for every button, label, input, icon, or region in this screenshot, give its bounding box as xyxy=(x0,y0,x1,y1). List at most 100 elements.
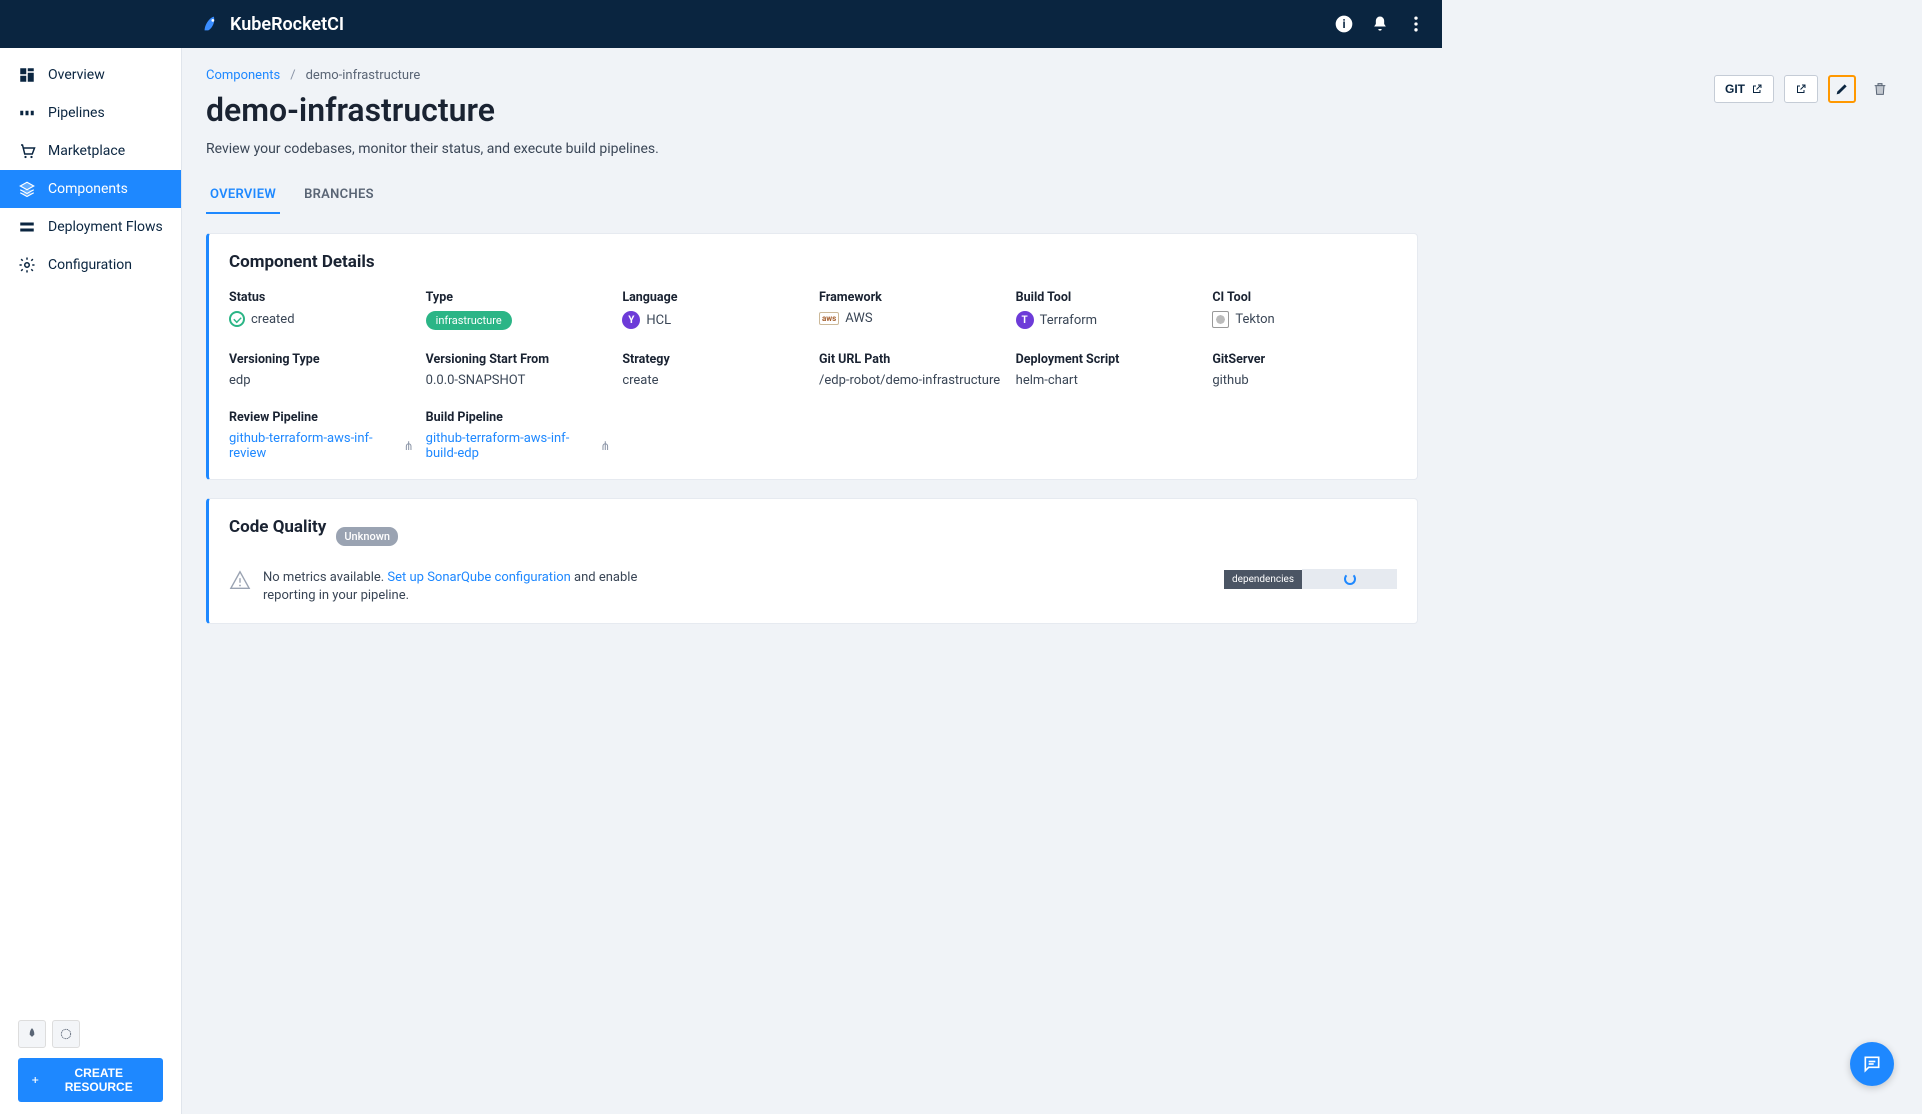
rocket-icon xyxy=(25,1027,39,1041)
detail-value: /edp-robot/demo-infrastructure xyxy=(819,373,1000,388)
sidebar-item-label: Deployment Flows xyxy=(48,219,163,235)
detail-label: Git URL Path xyxy=(819,352,1004,367)
breadcrumb-separator: / xyxy=(290,68,295,83)
detail-deployment-script: Deployment Script helm-chart xyxy=(1016,352,1201,388)
svg-text:i: i xyxy=(1342,17,1345,31)
breadcrumb-root[interactable]: Components xyxy=(206,68,280,83)
sidebar-item-marketplace[interactable]: Marketplace xyxy=(0,132,181,170)
detail-strategy: Strategy create xyxy=(622,352,807,388)
detail-citool: CI Tool Tekton xyxy=(1212,290,1397,330)
pencil-icon xyxy=(1834,81,1850,97)
chat-fab-button[interactable] xyxy=(1850,1042,1894,1086)
detail-versioning-type: Versioning Type edp xyxy=(229,352,414,388)
spinner-icon xyxy=(1344,573,1356,585)
gear-icon xyxy=(18,256,36,274)
app-name: KubeRocketCI xyxy=(230,14,344,35)
tab-branches[interactable]: BRANCHES xyxy=(300,177,378,214)
git-button[interactable]: GIT xyxy=(1714,75,1774,103)
sidebar-item-label: Marketplace xyxy=(48,143,125,159)
external-link-icon xyxy=(1751,83,1763,95)
detail-framework: Framework awsAWS xyxy=(819,290,1004,330)
sonarqube-config-link[interactable]: Set up SonarQube configuration xyxy=(387,570,570,585)
detail-value: Tekton xyxy=(1235,312,1274,327)
code-quality-badge: Unknown xyxy=(336,527,398,546)
create-resource-button[interactable]: CREATE RESOURCE xyxy=(18,1058,163,1102)
detail-buildtool: Build Tool TTerraform xyxy=(1016,290,1201,330)
diagram-icon[interactable]: ⋔ xyxy=(600,439,610,453)
dependencies-loading xyxy=(1302,569,1397,589)
detail-label: Language xyxy=(622,290,807,305)
info-icon[interactable]: i xyxy=(1334,14,1354,34)
trash-icon xyxy=(1872,81,1888,97)
detail-label: Deployment Script xyxy=(1016,352,1201,367)
detail-type: Type infrastructure xyxy=(426,290,611,330)
sidebar-nav: Overview Pipelines Marketplace Component… xyxy=(0,48,181,284)
detail-language: Language Y HCL xyxy=(622,290,807,330)
external-link-icon xyxy=(1795,83,1807,95)
app-logo[interactable]: KubeRocketCI xyxy=(200,13,344,35)
sidebar-item-overview[interactable]: Overview xyxy=(0,56,181,94)
diagram-icon[interactable]: ⋔ xyxy=(404,439,414,453)
git-button-label: GIT xyxy=(1725,82,1745,96)
language-icon: Y xyxy=(622,311,640,329)
detail-label: Build Tool xyxy=(1016,290,1201,305)
page-subtitle: Review your codebases, monitor their sta… xyxy=(206,141,1418,157)
app-header: KubeRocketCI i xyxy=(0,0,1442,48)
pipeline-icon xyxy=(18,104,36,122)
sidebar-item-deployment-flows[interactable]: Deployment Flows xyxy=(0,208,181,246)
bell-icon[interactable] xyxy=(1370,14,1390,34)
sidebar-item-label: Overview xyxy=(48,67,105,83)
sidebar-item-configuration[interactable]: Configuration xyxy=(0,246,181,284)
code-quality-heading: Code Quality xyxy=(229,517,326,537)
detail-label: Status xyxy=(229,290,414,305)
detail-value: 0.0.0-SNAPSHOT xyxy=(426,373,526,388)
detail-status: Status created xyxy=(229,290,414,330)
warning-icon xyxy=(229,569,251,591)
sidebar-item-components[interactable]: Components xyxy=(0,170,181,208)
tekton-icon xyxy=(1212,311,1229,328)
detail-build-pipeline: Build Pipeline github-terraform-aws-inf-… xyxy=(426,410,611,461)
main-content: GIT Components / demo-infrastructure dem… xyxy=(182,48,1442,662)
cq-msg-pre: No metrics available. xyxy=(263,570,387,585)
detail-gitserver: GitServer github xyxy=(1212,352,1397,388)
component-details-heading: Component Details xyxy=(229,252,1397,272)
flows-icon xyxy=(18,218,36,236)
cart-icon xyxy=(18,142,36,160)
external-button[interactable] xyxy=(1784,75,1818,103)
page-actions: GIT xyxy=(1714,75,1894,103)
dependencies-label: dependencies xyxy=(1224,570,1302,589)
gear-icon xyxy=(59,1027,73,1041)
detail-label: Type xyxy=(426,290,611,305)
detail-review-pipeline: Review Pipeline github-terraform-aws-inf… xyxy=(229,410,414,461)
sidebar-item-label: Configuration xyxy=(48,257,132,273)
breadcrumb-current: demo-infrastructure xyxy=(306,68,421,83)
footer-settings-button[interactable] xyxy=(52,1020,80,1048)
layers-icon xyxy=(18,180,36,198)
tabs: OVERVIEW BRANCHES xyxy=(206,177,1418,215)
more-vertical-icon[interactable] xyxy=(1406,14,1426,34)
detail-label: GitServer xyxy=(1212,352,1397,367)
detail-label: Versioning Type xyxy=(229,352,414,367)
plus-icon xyxy=(30,1074,40,1086)
delete-button[interactable] xyxy=(1866,75,1894,103)
detail-label: Build Pipeline xyxy=(426,410,611,425)
detail-label: Review Pipeline xyxy=(229,410,414,425)
sidebar-footer: CREATE RESOURCE xyxy=(0,1020,181,1102)
dashboard-icon xyxy=(18,66,36,84)
sidebar-item-label: Pipelines xyxy=(48,105,105,121)
detail-label: Strategy xyxy=(622,352,807,367)
sidebar-item-pipelines[interactable]: Pipelines xyxy=(0,94,181,132)
detail-value[interactable]: github-terraform-aws-inf-review xyxy=(229,431,398,461)
edit-button[interactable] xyxy=(1828,75,1856,103)
detail-value: created xyxy=(251,312,295,327)
detail-giturlpath: Git URL Path /edp-robot/demo-infrastruct… xyxy=(819,352,1004,388)
tab-overview[interactable]: OVERVIEW xyxy=(206,177,280,214)
detail-label: Versioning Start From xyxy=(426,352,611,367)
detail-value: Terraform xyxy=(1040,313,1097,328)
aws-icon: aws xyxy=(819,312,839,325)
detail-value[interactable]: github-terraform-aws-inf-build-edp xyxy=(426,431,595,461)
type-pill: infrastructure xyxy=(426,311,512,330)
detail-value: HCL xyxy=(646,313,671,328)
footer-rocket-button[interactable] xyxy=(18,1020,46,1048)
sidebar: Overview Pipelines Marketplace Component… xyxy=(0,0,182,1114)
